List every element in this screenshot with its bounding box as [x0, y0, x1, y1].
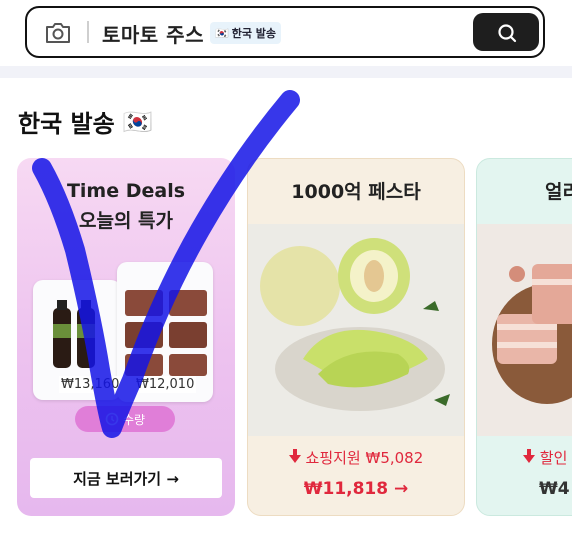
festa-card[interactable]: 1000억 페스타 쇼핑지원 ₩5,082 ₩11,818 →	[247, 158, 465, 516]
korea-flag-icon: 🇰🇷	[215, 26, 229, 40]
subsidy-text: 쇼핑지원 ₩5,082	[305, 449, 424, 467]
shopping-subsidy: 할인	[523, 447, 567, 468]
product-price[interactable]: ₩11,818 →	[248, 479, 464, 499]
search-query-text[interactable]: 토마토 주스	[102, 19, 204, 48]
chip-label: 한국 발송	[231, 27, 277, 40]
card-title: 얼리	[545, 181, 572, 203]
section-title: 한국 발송 🇰🇷	[18, 104, 153, 139]
early-card[interactable]: 얼리 할인 ₩4	[476, 158, 572, 516]
camera-icon[interactable]	[43, 20, 73, 46]
timedeal-card[interactable]: Time Deals 오늘의 특가 ₩13,160 ₩12,010 수량 지금 …	[17, 158, 235, 516]
go-see-button-label: 지금 보러가기 →	[73, 469, 179, 488]
product-price[interactable]: ₩4	[539, 479, 570, 499]
badge-label: 수량	[122, 412, 146, 427]
shipping-filter-chip[interactable]: 🇰🇷 한국 발송	[210, 22, 282, 44]
search-divider	[87, 21, 89, 43]
card-title: Time Deals	[66, 180, 186, 202]
clock-icon	[105, 412, 119, 426]
section-title-text: 한국 발송	[18, 110, 115, 138]
card-subtitle: 오늘의 특가	[78, 210, 173, 232]
limited-quantity-badge: 수량	[75, 406, 175, 432]
subsidy-text: 할인	[539, 449, 568, 467]
red-arrow-icon	[288, 449, 306, 467]
shopping-subsidy: 쇼핑지원 ₩5,082	[248, 447, 464, 468]
search-bar[interactable]: 토마토 주스 🇰🇷 한국 발송	[25, 6, 545, 58]
product-image-melon[interactable]	[248, 224, 464, 436]
red-arrow-icon	[523, 449, 540, 467]
product-image-pork[interactable]	[477, 224, 572, 436]
card-title: 1000억 페스타	[291, 181, 421, 203]
search-icon	[498, 24, 517, 43]
product-price: ₩12,010	[134, 376, 197, 393]
divider-band	[0, 66, 572, 78]
product-price: ₩13,160	[59, 376, 122, 393]
korea-flag-icon: 🇰🇷	[122, 107, 153, 136]
go-see-button[interactable]: 지금 보러가기 →	[30, 458, 222, 498]
search-button[interactable]	[473, 13, 539, 51]
